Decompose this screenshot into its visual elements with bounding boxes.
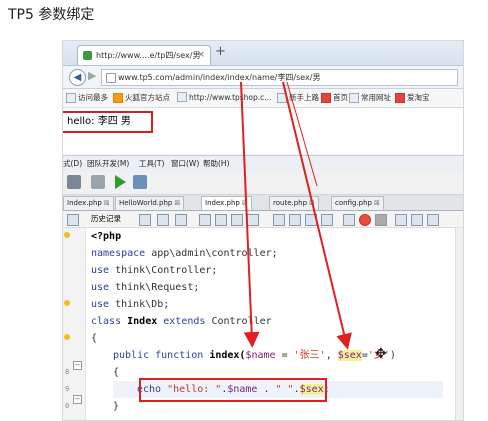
arrow-name-to-param	[240, 81, 260, 348]
arrow-sex-to-param	[282, 81, 352, 350]
annotation-arrows	[240, 81, 352, 350]
arrow-guide-line	[286, 81, 318, 187]
